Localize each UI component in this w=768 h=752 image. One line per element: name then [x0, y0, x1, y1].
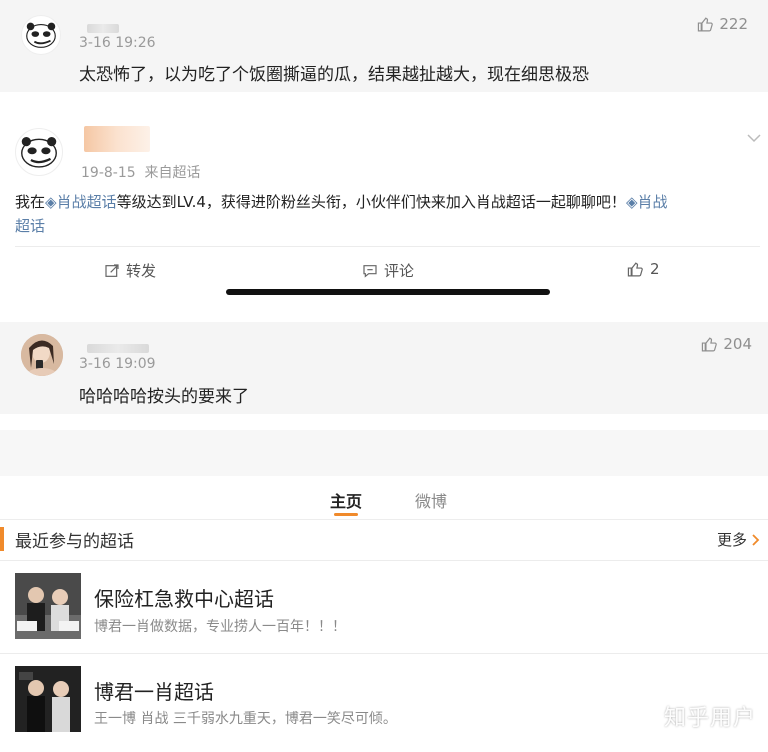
- comment-item: 3-16 19:26 222 太恐怖了，以为吃了个饭圈撕逼的瓜，结果越扯越大，现…: [0, 0, 768, 92]
- username-blurred: [84, 126, 150, 152]
- post-date: 19-8-15: [81, 165, 136, 181]
- panda-meme-icon: [26, 22, 56, 48]
- post-text-part: 等级达到LV.4，获得进阶粉丝头衔，小伙伴们快来加入肖战超话一起聊聊吧！: [116, 193, 626, 211]
- profile-tabs: 主页 微博: [0, 476, 768, 520]
- topic-thumbnail: [15, 666, 81, 732]
- blank-band: [0, 430, 768, 476]
- tab-home[interactable]: 主页: [330, 488, 362, 512]
- thumb-up-icon: [702, 336, 718, 351]
- more-link[interactable]: 更多: [717, 529, 760, 550]
- repost-label: 转发: [126, 262, 157, 280]
- comment-time: 3-16 19:26: [79, 35, 156, 51]
- scrollbar[interactable]: [226, 289, 550, 295]
- topic-link-label: 肖战超话: [56, 193, 117, 211]
- post-text-part: 我在: [15, 193, 46, 211]
- watermark: 知乎用户: [663, 706, 756, 731]
- post-text: 我在◈肖战超话等级达到LV.4，获得进阶粉丝头衔，小伙伴们快来加入肖战超话一起聊…: [15, 190, 760, 238]
- like-button[interactable]: 222: [697, 15, 748, 33]
- divider: [15, 246, 760, 247]
- repost-button[interactable]: 转发: [104, 260, 156, 281]
- thumb-up-icon: [627, 261, 643, 276]
- thumb-up-icon: [698, 16, 714, 31]
- topic-thumbnail: [15, 573, 81, 639]
- topic-title: 博君一肖超话: [94, 680, 214, 704]
- section-accent-bar: [0, 527, 4, 551]
- comment-text: 哈哈哈哈按头的要来了: [79, 387, 249, 407]
- username-blurred: [87, 24, 119, 33]
- like-button[interactable]: 2: [627, 260, 660, 278]
- post-source: 来自超话: [144, 165, 201, 181]
- comment-icon: [363, 264, 377, 278]
- topic-link-label: 超话: [15, 217, 46, 235]
- avatar[interactable]: [21, 15, 61, 55]
- topic-item[interactable]: 博君一肖超话 王一博 肖战 三千弱水九重天，博君一笑尽可倾。 知乎用户: [0, 654, 768, 752]
- topic-title: 保险杠急救中心超话: [94, 587, 274, 611]
- chevron-right-icon: [752, 533, 760, 546]
- post-meta: 19-8-15 来自超话: [81, 162, 201, 182]
- active-tab-indicator: [334, 513, 358, 516]
- topic-link[interactable]: ◈肖战超话: [45, 193, 117, 211]
- like-count: 2: [650, 260, 660, 278]
- user-photo-icon: [21, 334, 63, 376]
- repost-icon: [105, 263, 119, 277]
- comment-label: 评论: [384, 262, 415, 280]
- weibo-card: 19-8-15 来自超话 我在◈肖战超话等级达到LV.4，获得进阶粉丝头衔，小伙…: [0, 92, 768, 292]
- more-label: 更多: [716, 531, 747, 549]
- section-title: 最近参与的超话: [15, 532, 134, 552]
- comment-text: 太恐怖了，以为吃了个饭圈撕逼的瓜，结果越扯越大，现在细思极恐: [79, 65, 589, 85]
- like-button[interactable]: 204: [701, 335, 752, 353]
- tab-weibo[interactable]: 微博: [415, 488, 447, 512]
- like-count: 222: [719, 15, 748, 33]
- panda-meme-icon: [21, 137, 57, 168]
- comment-item: 3-16 19:09 204 哈哈哈哈按头的要来了: [0, 322, 768, 414]
- topic-desc: 王一博 肖战 三千弱水九重天，博君一笑尽可倾。: [94, 711, 397, 727]
- comment-time: 3-16 19:09: [79, 356, 156, 372]
- username-blurred: [87, 344, 149, 353]
- avatar[interactable]: [21, 334, 63, 376]
- chevron-down-icon[interactable]: [746, 132, 762, 144]
- topic-photo-icon: [15, 573, 81, 639]
- topic-photo-icon: [15, 666, 81, 732]
- topic-item[interactable]: 保险杠急救中心超话 博君一肖做数据，专业捞人一百年！！！: [0, 561, 768, 653]
- comment-button[interactable]: 评论: [362, 260, 414, 281]
- like-count: 204: [723, 335, 752, 353]
- topic-link-label: 肖战: [637, 193, 668, 211]
- avatar[interactable]: [15, 128, 63, 176]
- spacer: [0, 296, 768, 322]
- section-header: 最近参与的超话 更多: [0, 520, 768, 560]
- topic-desc: 博君一肖做数据，专业捞人一百年！！！: [94, 619, 346, 635]
